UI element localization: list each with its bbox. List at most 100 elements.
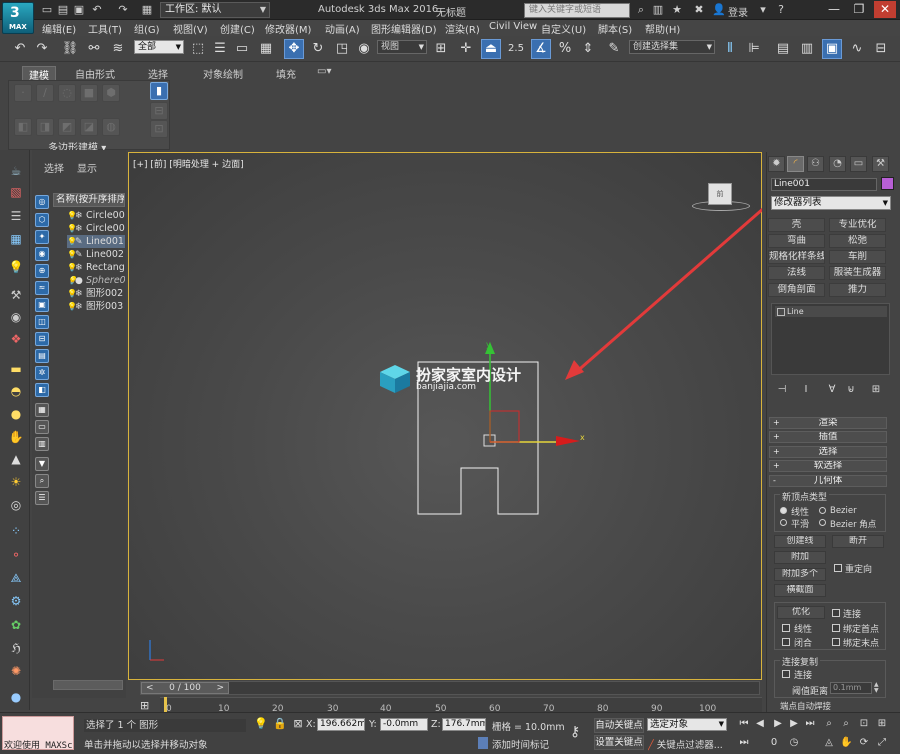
field-of-view-icon[interactable]: ◬ (823, 737, 835, 749)
time-slider-thumb[interactable]: 0 / 100 (141, 682, 229, 694)
modifier-shell-button[interactable]: 壳 (768, 218, 825, 232)
create-line-button[interactable]: 创建线 (774, 535, 826, 548)
go-to-end-icon[interactable]: ⏭ (804, 718, 816, 730)
time-config-icon[interactable]: ◷ (788, 737, 800, 749)
make-unique-icon[interactable]: ∀ (826, 384, 838, 396)
curve-editor-icon[interactable]: ∿ (847, 39, 867, 59)
select-manipulate-icon[interactable]: ✛ (456, 39, 476, 59)
hand-icon[interactable]: ✋ (7, 428, 25, 446)
ribbon-tab-selection[interactable]: 选择 (148, 66, 168, 81)
modifier-normal-button[interactable]: 法线 (768, 266, 825, 280)
light-bulb-icon[interactable]: 💡 (67, 222, 77, 235)
set-key-button[interactable]: 设置关键点 (594, 735, 644, 750)
reference-coord-dropdown[interactable]: 视图 ▼ (377, 40, 427, 54)
ribbon-tab-populate[interactable]: 填充 (276, 66, 296, 81)
utilities-tab-icon[interactable]: ⚒ (872, 156, 889, 172)
ribbon-collapse-icon[interactable]: ⊡ (150, 120, 168, 138)
rollout-interpolation[interactable]: + 插值 (769, 431, 887, 443)
explorer-row[interactable]: 💡❄ Circle00 (67, 209, 125, 222)
angle-snap-icon[interactable]: ∡ (531, 39, 551, 59)
plant-icon[interactable]: ✿ (7, 616, 25, 634)
modifier-pro-optimizer-button[interactable]: 专业优化 (829, 218, 886, 232)
shape-icon[interactable]: ✎ (75, 249, 86, 261)
select-place-icon[interactable]: ◉ (354, 39, 374, 59)
ribbon-options-icon[interactable]: ▭▾ (317, 66, 331, 77)
modifier-bevel-profile-button[interactable]: 倒角剖面 (768, 283, 825, 297)
linear-checkbox[interactable] (782, 624, 790, 632)
zoom-extents-icon[interactable]: ⊡ (858, 718, 870, 730)
menu-views[interactable]: 视图(V) (173, 21, 208, 36)
bones-icon[interactable]: ⚒ (7, 286, 25, 304)
filter-helpers-icon[interactable]: ⊕ (35, 264, 49, 278)
pan-icon[interactable]: ✋ (840, 737, 852, 749)
pin-stack-icon[interactable]: ⊣ (776, 384, 788, 396)
select-by-name-icon[interactable]: ☰ (210, 39, 230, 59)
add-time-tag[interactable]: 添加时间标记 (492, 737, 549, 751)
freeze-icon[interactable]: ❄ (75, 301, 86, 313)
gear-icon[interactable]: ⚙ (7, 592, 25, 610)
closed-checkbox[interactable] (782, 638, 790, 646)
login-link[interactable]: 登录 (728, 4, 748, 19)
new-file-icon[interactable]: ▭ (40, 3, 54, 17)
filter-geometry-icon[interactable]: ◎ (35, 195, 49, 209)
rollout-selection[interactable]: + 选择 (769, 446, 887, 458)
filter-xrefs-icon[interactable]: ◫ (35, 315, 49, 329)
layer-explorer-icon[interactable]: ☰ (35, 491, 49, 505)
undo-icon[interactable]: ↶ (10, 39, 30, 59)
geometry-mode-icon[interactable]: ◪ (80, 118, 98, 136)
network-icon[interactable]: ⟁ (7, 569, 25, 587)
key-mode-icon[interactable]: ⏭ (738, 737, 750, 749)
bind-last-checkbox[interactable] (832, 638, 840, 646)
key-icon[interactable]: ⚷ (570, 724, 580, 740)
modifier-relax-button[interactable]: 松弛 (829, 234, 886, 248)
filter-lights-icon[interactable]: ✦ (35, 230, 49, 244)
window-crossing-icon[interactable]: ▦ (256, 39, 276, 59)
explorer-horizontal-scrollbar[interactable] (53, 680, 123, 690)
light-bulb-icon[interactable]: 💡 (67, 261, 77, 274)
ribbon-pin-icon[interactable]: ▮ (150, 82, 168, 100)
go-to-start-icon[interactable]: ⏮ (738, 718, 750, 730)
subdivision-icon[interactable]: ◍ (102, 118, 120, 136)
filter-shapes-icon[interactable]: ⬡ (35, 213, 49, 227)
hf-icon[interactable]: ℌ (7, 639, 25, 657)
search-input[interactable]: 键入关键字或短语 (524, 3, 630, 18)
light-icon[interactable]: 💡 (7, 258, 25, 276)
attach-button[interactable]: 附加 (774, 551, 826, 564)
edit-named-selection-icon[interactable]: ✎ (604, 39, 624, 59)
modifier-push-button[interactable]: 推力 (829, 283, 886, 297)
explorer-row[interactable]: 💡❄ Rectang (67, 261, 125, 274)
radio-bezier-corner[interactable] (819, 519, 826, 526)
cone-icon[interactable]: ▲ (7, 450, 25, 468)
light-bulb-icon[interactable]: 💡 (67, 209, 77, 222)
previous-frame-icon[interactable]: ◀ (754, 718, 766, 730)
orbit-icon[interactable]: ⟳ (858, 737, 870, 749)
vertex-mode-icon[interactable]: · (14, 84, 32, 102)
redo-icon[interactable]: ↷ (32, 39, 52, 59)
sun-icon[interactable]: ☀ (7, 473, 25, 491)
connect-copy-checkbox[interactable] (782, 670, 790, 678)
find-icon[interactable]: ⌕ (35, 474, 49, 488)
border-mode-icon[interactable]: ◌ (58, 84, 76, 102)
current-frame-field[interactable]: 0 (768, 737, 780, 749)
refine-button[interactable]: 优化 (777, 606, 825, 619)
search-icon[interactable]: ⌕ (634, 3, 648, 17)
open-file-icon[interactable]: ▤ (56, 3, 70, 17)
time-tag-icon[interactable] (478, 737, 488, 749)
workspace-dropdown[interactable]: 工作区: 默认 ▼ (160, 2, 270, 18)
named-selection-dropdown[interactable]: 创建选择集 ▼ (629, 40, 715, 54)
polygon-mode-icon[interactable]: ■ (80, 84, 98, 102)
zoom-all-icon[interactable]: ⌕ (840, 718, 852, 730)
attach-multiple-button[interactable]: 附加多个 (774, 568, 826, 581)
shape-icon[interactable]: ✎ (75, 236, 86, 248)
table-icon[interactable]: ▦ (7, 230, 25, 248)
x-coord-field[interactable]: 196.662mm (317, 718, 365, 731)
disc-icon[interactable]: ◎ (7, 496, 25, 514)
paint-icon[interactable]: ▧ (7, 183, 25, 201)
minimize-button[interactable]: — (823, 1, 845, 18)
rollout-rendering[interactable]: + 渲染 (769, 417, 887, 429)
menu-help[interactable]: 帮助(H) (645, 21, 680, 36)
hemisphere-icon[interactable]: ◓ (7, 382, 25, 400)
modify-tab-icon[interactable]: ◜ (787, 156, 804, 172)
zoom-extents-all-icon[interactable]: ⊞ (876, 718, 888, 730)
restore-button[interactable]: ❐ (848, 1, 870, 18)
